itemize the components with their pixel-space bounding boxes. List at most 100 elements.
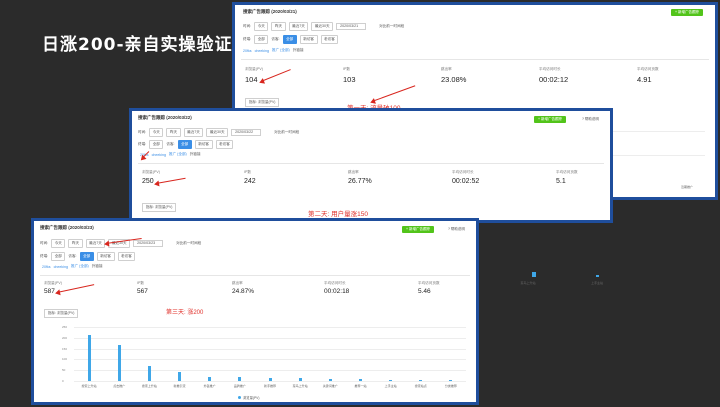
visitor-option-all[interactable]: 全部 [282,35,297,44]
side-bar [532,272,536,277]
stat-value-duration: 00:02:52 [452,178,480,185]
stat-value-pages: 5.1 [556,178,566,185]
compare-checkbox[interactable]: 对比前一时间段 [379,24,404,29]
date-picker[interactable]: 2020/03/21 [336,22,367,31]
y-tick-label: 150 [62,346,68,351]
visitor-option-new[interactable]: 新访客 [194,140,213,149]
terminal-select[interactable]: 全部 [149,140,164,149]
visitor-option-old[interactable]: 老访客 [215,140,234,149]
compare-checkbox[interactable]: 对比前一时间段 [274,130,299,135]
x-tick-label: 菜鸟上升站 [292,384,308,388]
x-tick-label: 上手主站 [384,384,397,388]
time-filter-row: 时间: 今天 昨天 最近7天 最近30天 2020/03/22 对比前一时间段 [138,128,299,137]
x-tick-label: 搜索上升站 [141,384,157,388]
filter-breadcrumb: 20fks cheeking 推广 (全部) 外链接 [140,152,201,157]
help-label: 帮助说明 [584,117,599,121]
time-option-yesterday[interactable]: 昨天 [271,22,286,31]
bar[interactable] [419,379,423,381]
panel-title: 搜索广告跟踪 (2020/03/22) [138,115,192,120]
crumb-item[interactable]: 推广 (全部) [169,152,187,157]
stat-value-bounce: 23.08% [441,75,467,84]
annotation-day2: 第二天: 用户量涨150 [308,211,368,218]
metric-select[interactable]: 指标: 浏览量(PV) [142,203,177,212]
bar[interactable] [358,379,362,381]
time-option-today[interactable]: 今天 [149,128,164,137]
bar[interactable] [238,377,242,381]
legend-label: 浏览量(PV) [243,396,260,400]
bar[interactable] [298,378,302,381]
bar-chart: 0 50 100 150 200 250 搜索上升站 点击推广 搜索上升站 新推引流 外链推广 品牌推… [34,221,476,402]
visitor-option-old[interactable]: 老访客 [320,35,339,44]
crumb-item[interactable]: 外链接 [190,152,201,157]
crumb-item[interactable]: 推广 (全部) [272,48,290,53]
bar[interactable] [268,377,272,381]
bar[interactable] [117,345,121,381]
help-link[interactable]: ? 帮助说明 [582,117,599,122]
legend-swatch [238,396,241,399]
crumb-item[interactable]: cheeking [255,49,269,53]
analytics-panel-day3: 搜索广告跟踪 (2020/03/23) + 新增广告跟踪 ? 帮助说明 时间: … [31,218,479,405]
stat-label-duration: 平均访问时长 [539,67,561,71]
stat-label-pages: 平均访问页数 [556,170,578,174]
x-tick-label: 搜索上升站 [81,384,97,388]
time-option-7days[interactable]: 最近7天 [288,22,309,31]
crumb-item[interactable]: 外链接 [293,48,304,53]
x-tick-label: 点击推广 [113,384,126,388]
stat-value-ip: 242 [244,178,256,185]
visitor-label: 访客: [271,36,280,41]
time-option-today[interactable]: 今天 [254,22,269,31]
bar[interactable] [208,376,212,381]
bar[interactable] [147,365,151,381]
stat-label-bounce: 跳出率 [441,67,452,71]
stat-value-bounce: 26.77% [348,178,372,185]
stat-label-pages: 平均访问页数 [637,67,659,71]
stat-label-bounce: 跳出率 [348,170,359,174]
highlight-arrow [155,177,186,185]
divider [241,59,709,60]
time-option-7days[interactable]: 最近7天 [183,128,204,137]
divider [138,163,604,164]
terminal-select[interactable]: 全部 [254,35,269,44]
x-tick-label: 新手推荐 [263,384,277,388]
x-tick-label: 外链推广 [203,384,216,388]
metric-select[interactable]: 指标: 浏览量(PV) [245,98,280,107]
time-label: 时间: [138,129,147,134]
stat-label-pv: 浏览量(PV) [142,170,160,174]
y-tick-label: 100 [62,357,68,362]
time-option-yesterday[interactable]: 昨天 [166,128,181,137]
highlight-arrow [260,69,291,83]
visitor-option-all[interactable]: 全部 [177,140,192,149]
y-tick-label: 250 [62,325,68,329]
time-option-30days[interactable]: 最近30天 [206,128,229,137]
stat-value-duration: 00:02:12 [539,75,569,84]
side-bar [596,275,599,277]
time-option-30days[interactable]: 最近30天 [311,22,334,31]
terminal-filter-row: 终端: 全部 访客: 全部 新访客 老访客 [138,140,234,149]
side-category-label: 菜鸟上升站 [520,281,536,285]
stat-value-pv: 250 [142,178,154,185]
y-tick-label: 200 [62,335,68,340]
add-tracking-button[interactable]: + 新增广告跟踪 [534,116,567,124]
bar[interactable] [87,334,91,381]
visitor-label: 访客: [166,141,175,146]
bar[interactable] [449,380,453,381]
stat-label-ip: IP数 [244,170,251,174]
stat-label-ip: IP数 [343,67,350,71]
panel-title: 搜索广告跟踪 (2020/03/21) [243,9,297,14]
bar[interactable] [178,372,182,381]
x-tick-label: 新推引流 [173,384,186,388]
bar[interactable] [389,379,393,381]
x-tick-label: 关键词推广 [322,384,338,388]
analytics-panel-day2: 搜索广告跟踪 (2020/03/22) + 新增广告跟踪 ? 帮助说明 时间: … [129,108,613,223]
visitor-option-new[interactable]: 新访客 [299,35,318,44]
stat-label-duration: 平均访问时长 [452,170,474,174]
bar[interactable] [328,378,332,381]
date-picker[interactable]: 2020/03/22 [231,128,262,137]
crumb-item[interactable]: 20fks [243,49,252,53]
x-tick-label: 分类推荐 [444,384,457,388]
crumb-item[interactable]: cheeking [152,153,166,157]
x-tick-label: 搜索站点 [414,384,427,388]
category-label: 近期推广 [680,185,694,189]
add-tracking-button[interactable]: + 新增广告跟踪 [671,9,704,17]
side-category-label: 上手主站 [590,281,604,285]
